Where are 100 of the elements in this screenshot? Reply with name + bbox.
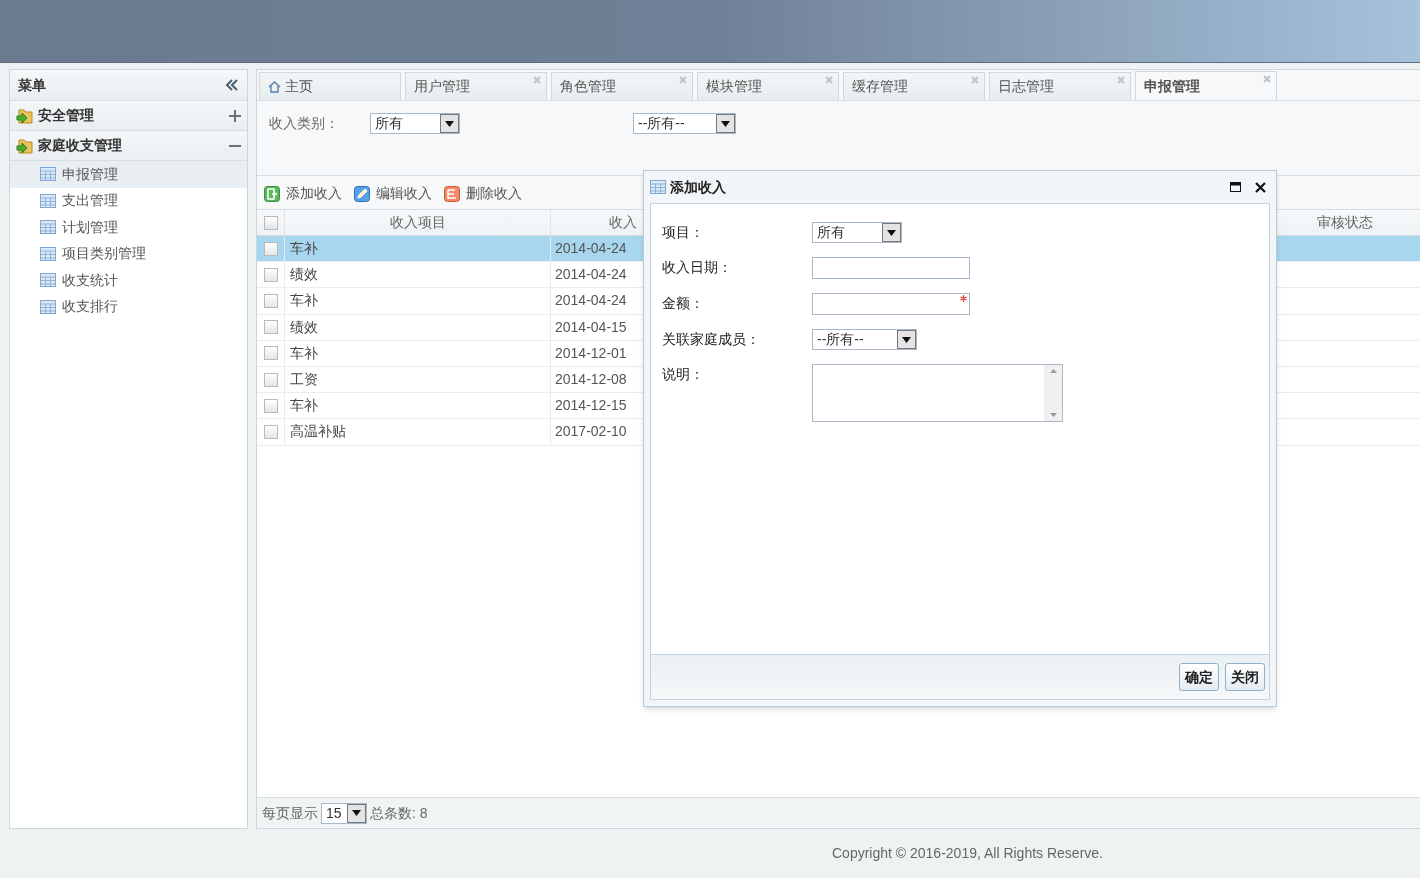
field-label: 金额： (662, 294, 705, 313)
checkbox[interactable] (263, 241, 278, 256)
select-value: 所有 (374, 114, 404, 133)
menu-item[interactable]: 收支统计 (10, 267, 247, 294)
menu-item-label: 申报管理 (62, 164, 118, 184)
tab-label: 角色管理 (560, 77, 616, 96)
menu-item-label: 项目类别管理 (62, 244, 146, 264)
select-value: --所有-- (816, 330, 865, 349)
table-icon (40, 193, 56, 208)
input-field[interactable] (812, 257, 970, 279)
scrollbar[interactable] (1044, 365, 1062, 421)
table-cell-text: 车补 (290, 396, 318, 416)
tab[interactable]: 模块管理 (697, 72, 839, 100)
tab[interactable]: 缓存管理 (843, 72, 985, 100)
close-icon[interactable] (1255, 181, 1266, 193)
table-cell-text: 2017-02-10 (555, 422, 627, 442)
input-field[interactable] (812, 293, 970, 315)
select-value: 15 (325, 803, 343, 823)
menu-item-label: 收支统计 (62, 270, 118, 290)
tab-label: 日志管理 (998, 77, 1054, 96)
tab[interactable]: 日志管理 (989, 72, 1131, 100)
tab[interactable]: 主页 (259, 72, 401, 100)
caret-icon (902, 336, 911, 343)
filter-select[interactable]: 所有 (370, 113, 460, 134)
menu-item-label: 计划管理 (62, 217, 118, 237)
menu-item[interactable]: 项目类别管理 (10, 240, 247, 267)
table-icon (40, 246, 56, 261)
table-cell-text: 工资 (290, 370, 318, 390)
field-label: 说明： (662, 365, 705, 384)
sidebar-title: 菜单 (18, 75, 46, 95)
table-cell-text: 2014-04-24 (555, 265, 627, 285)
scroll-down-icon[interactable] (1049, 413, 1057, 417)
maximize-icon[interactable] (1230, 182, 1241, 192)
plus-icon[interactable] (229, 109, 241, 122)
toolbar-button[interactable]: 删除收入 (444, 183, 522, 204)
select-value: 所有 (816, 223, 846, 242)
tab[interactable]: 角色管理 (551, 72, 693, 100)
checkbox[interactable] (263, 346, 278, 361)
table-cell-text: 2014-04-24 (555, 239, 627, 259)
textarea-field[interactable] (812, 364, 1063, 422)
select-field[interactable]: --所有-- (812, 329, 917, 350)
menu-group-header[interactable]: 安全管理 (10, 101, 247, 131)
tab-label: 申报管理 (1144, 76, 1200, 96)
checkbox[interactable] (263, 398, 278, 413)
checkbox[interactable] (263, 372, 278, 387)
add-icon (264, 185, 280, 202)
toolbar-button[interactable]: 编辑收入 (354, 183, 432, 204)
table-cell-text: 车补 (290, 343, 318, 363)
select-field[interactable]: 所有 (812, 222, 902, 243)
tab[interactable]: 申报管理 (1135, 71, 1277, 100)
edit-icon (354, 185, 370, 202)
menu-group-label: 安全管理 (38, 106, 95, 125)
table-icon (40, 167, 56, 182)
tab[interactable]: 用户管理 (405, 72, 547, 100)
menu-item[interactable]: 支出管理 (10, 187, 247, 214)
menu-group-header[interactable]: 家庭收支管理 (10, 131, 247, 161)
folder-arrow-icon (16, 107, 34, 124)
checkbox[interactable] (263, 293, 278, 308)
checkbox[interactable] (263, 320, 278, 335)
dropdown-button[interactable] (882, 223, 901, 242)
menu-group-label: 家庭收支管理 (38, 136, 123, 155)
dialog-button[interactable]: 确定 (1179, 663, 1219, 691)
dropdown-button[interactable] (347, 803, 366, 823)
checkbox[interactable] (263, 424, 278, 439)
column-header: 审核状态 (1317, 213, 1373, 232)
table-cell-text: 高温补贴 (290, 422, 346, 442)
field-label: 收入日期： (662, 258, 733, 277)
filter-label: 收入类别： (269, 114, 340, 133)
caret-icon (352, 810, 361, 816)
pager-label: 每页显示 (262, 803, 318, 823)
dialog-title: 添加收入 (670, 177, 727, 197)
toolbar-button[interactable]: 添加收入 (264, 183, 342, 204)
table-cell-text: 车补 (290, 291, 318, 311)
collapse-icon[interactable] (225, 79, 239, 91)
field-label: 关联家庭成员： (662, 330, 761, 349)
menu-item[interactable]: 申报管理 (10, 161, 247, 188)
menu-item[interactable]: 计划管理 (10, 214, 247, 241)
table-icon (40, 299, 56, 314)
filter-select[interactable]: --所有-- (633, 113, 736, 134)
page-size-select[interactable]: 15 (321, 802, 367, 824)
table-icon (650, 180, 666, 194)
tab-label: 用户管理 (414, 77, 470, 96)
caret-icon (445, 120, 454, 127)
column-header: 收入 (609, 213, 637, 232)
table-cell-text: 2014-04-24 (555, 291, 627, 311)
dropdown-button[interactable] (716, 114, 735, 133)
dropdown-button[interactable] (440, 114, 459, 133)
menu-item[interactable]: 收支排行 (10, 293, 247, 320)
table-cell-text: 绩效 (290, 265, 318, 285)
table-cell-text: 2014-04-15 (555, 317, 627, 337)
tab-label: 模块管理 (706, 77, 762, 96)
checkbox[interactable] (263, 267, 278, 282)
scroll-up-icon[interactable] (1049, 369, 1057, 373)
dialog-button[interactable]: 关闭 (1225, 663, 1265, 691)
delete-icon (444, 185, 460, 202)
table-cell-text: 2014-12-08 (555, 370, 627, 390)
total-count: 总条数: 8 (370, 803, 428, 823)
checkbox[interactable] (263, 215, 278, 230)
menu-item-label: 收支排行 (62, 297, 118, 317)
dropdown-button[interactable] (897, 330, 916, 349)
